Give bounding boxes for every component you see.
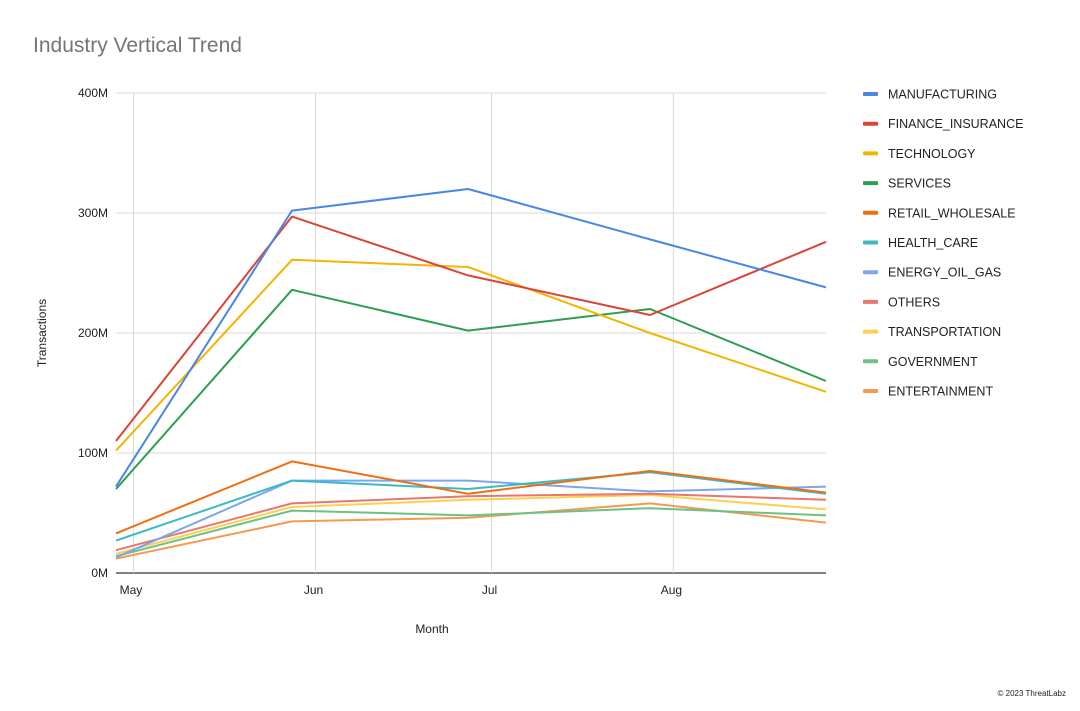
legend-item[interactable]: SERVICES xyxy=(863,177,951,191)
series-line-energy-oil-gas xyxy=(115,479,827,559)
x-tick-label: Aug xyxy=(661,583,682,597)
y-axis-title: Transactions xyxy=(35,299,49,367)
series-line-technology xyxy=(115,258,827,452)
legend: MANUFACTURING FINANCE_INSURANCE TECHNOLOGY… xyxy=(863,88,1023,399)
y-tick-label: 400M xyxy=(78,86,108,100)
legend-item[interactable]: RETAIL_WHOLESALE xyxy=(863,206,1016,220)
legend-swatch xyxy=(863,92,878,96)
legend-swatch xyxy=(863,181,878,186)
legend-label: FINANCE_INSURANCE xyxy=(888,117,1023,131)
legend-item[interactable]: FINANCE_INSURANCE xyxy=(863,117,1023,131)
line-chart: 0M 100M 200M 300M 400M May Jun Jul Aug MANUFACT… xyxy=(35,86,1023,636)
legend-label: OTHERS xyxy=(888,295,940,309)
legend-swatch xyxy=(863,210,878,215)
copyright-notice: © 2023 ThreatLabz xyxy=(997,689,1066,698)
legend-item[interactable]: MANUFACTURING xyxy=(863,88,997,102)
y-tick-label: 300M xyxy=(78,206,108,220)
legend-swatch xyxy=(863,389,878,393)
legend-label: TRANSPORTATION xyxy=(888,325,1001,339)
legend-swatch xyxy=(863,151,878,156)
legend-label: TECHNOLOGY xyxy=(888,147,976,161)
legend-item[interactable]: ENTERTAINMENT xyxy=(863,385,993,399)
legend-label: ENERGY_OIL_GAS xyxy=(888,266,1001,280)
legend-swatch xyxy=(863,270,878,275)
series-line-finance-insurance xyxy=(115,215,827,442)
x-axis-title: Month xyxy=(415,622,448,636)
x-tick-label: Jul xyxy=(482,583,497,597)
legend-label: HEALTH_CARE xyxy=(888,236,978,250)
legend-label: ENTERTAINMENT xyxy=(888,385,993,399)
series-line-government xyxy=(115,507,827,558)
legend-label: GOVERNMENT xyxy=(888,355,978,369)
legend-label: MANUFACTURING xyxy=(888,88,997,102)
legend-swatch xyxy=(863,359,878,364)
legend-item[interactable]: HEALTH_CARE xyxy=(863,236,978,250)
y-tick-label: 200M xyxy=(78,326,108,340)
legend-swatch xyxy=(863,121,878,126)
legend-swatch xyxy=(863,240,878,245)
legend-item[interactable]: GOVERNMENT xyxy=(863,355,978,369)
y-tick-label: 0M xyxy=(91,566,108,580)
legend-swatch xyxy=(863,299,878,304)
legend-label: RETAIL_WHOLESALE xyxy=(888,206,1016,220)
y-tick-label: 100M xyxy=(78,446,108,460)
x-tick-label: Jun xyxy=(304,583,323,597)
legend-item[interactable]: TRANSPORTATION xyxy=(863,325,1001,339)
legend-item[interactable]: TECHNOLOGY xyxy=(863,147,976,161)
legend-label: SERVICES xyxy=(888,177,951,191)
x-tick-label: May xyxy=(120,583,143,597)
series-lines xyxy=(115,188,827,560)
series-line-others xyxy=(115,492,827,552)
legend-swatch xyxy=(863,329,878,334)
series-line-health-care xyxy=(115,471,827,542)
x-axis-ticks: May Jun Jul Aug xyxy=(120,583,683,597)
y-axis-ticks: 0M 100M 200M 300M 400M xyxy=(78,86,108,580)
legend-item[interactable]: ENERGY_OIL_GAS xyxy=(863,266,1001,280)
legend-item[interactable]: OTHERS xyxy=(863,295,940,309)
